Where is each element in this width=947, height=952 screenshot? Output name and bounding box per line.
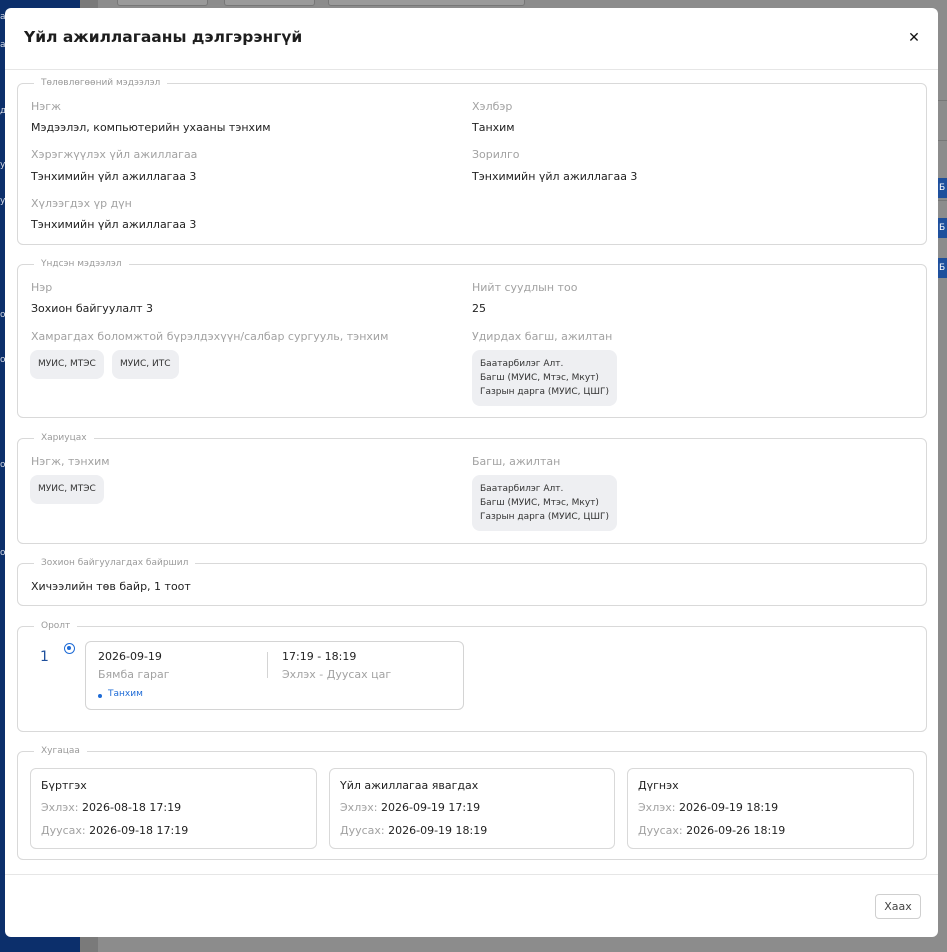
staff-position: Газрын дарга (МУИС, ЦШГ)	[480, 387, 610, 397]
period-card: Бүртгэх Эхлэх: 2026-08-18 17:19 Дуусах: …	[30, 768, 317, 849]
period-title: Дүгнэх	[638, 779, 679, 792]
responsible-unit-label: Нэгж, тэнхим	[31, 455, 110, 468]
period-start: Эхлэх: 2026-09-19 18:19	[638, 801, 778, 814]
background-divider	[938, 100, 947, 101]
period-card: Үйл ажиллагаа явагдах Эхлэх: 2026-09-19 …	[329, 768, 615, 849]
start-key: Эхлэх:	[638, 801, 676, 814]
sessions-section: Оролт 1 2026-09-19 Бямба гараг 17:19 - 1…	[17, 620, 927, 732]
session-radio[interactable]	[64, 643, 75, 654]
goal-label: Зорилго	[472, 148, 520, 161]
activity-detail-modal: Үйл ажиллагааны дэлгэрэнгүй ✕ Төлөвлөгөө…	[5, 8, 938, 937]
period-title: Бүртгэх	[41, 779, 87, 792]
period-title: Үйл ажиллагаа явагдах	[340, 779, 479, 792]
location-section: Зохион байгуулагдах байршил Хичээлийн тө…	[17, 557, 927, 606]
unit-label: Нэгж	[31, 100, 61, 113]
period-card: Дүгнэх Эхлэх: 2026-09-19 18:19 Дуусах: 2…	[627, 768, 914, 849]
modal-title: Үйл ажиллагааны дэлгэрэнгүй	[24, 28, 303, 46]
unit-value: Мэдээлэл, компьютерийн ухааны тэнхим	[31, 121, 271, 134]
form-value: Танхим	[472, 121, 515, 134]
start-key: Эхлэх:	[340, 801, 378, 814]
background-tab	[328, 0, 525, 6]
end-key: Дуусах:	[41, 824, 86, 837]
scope-chip: МУИС, МТЭС	[30, 350, 104, 379]
modal-header: Үйл ажиллагааны дэлгэрэнгүй ✕	[5, 8, 938, 70]
background-badge: Б	[938, 258, 947, 278]
mode-dot-icon	[98, 694, 102, 698]
session-card[interactable]: 2026-09-19 Бямба гараг 17:19 - 18:19 Эхл…	[85, 641, 464, 710]
session-date: 2026-09-19	[98, 650, 162, 663]
section-legend: Хариуцах	[34, 432, 94, 444]
end-key: Дуусах:	[340, 824, 385, 837]
scope-label: Хамрагдах боломжтой бүрэлдэхүүн/салбар с…	[31, 330, 389, 343]
responsible-staff-label: Багш, ажилтан	[472, 455, 561, 468]
end-value: 2026-09-26 18:19	[686, 824, 786, 837]
start-value: 2026-08-18 17:19	[81, 801, 182, 814]
staff-position: Багш (МУИС, Мтэс, Мкут)	[480, 373, 599, 383]
period-start: Эхлэх: 2026-08-18 17:19	[41, 801, 181, 814]
outcome-value: Тэнхимийн үйл ажиллагаа 3	[31, 218, 197, 231]
background-badge: Б	[938, 218, 947, 238]
start-value: 2026-09-19 18:19	[678, 801, 779, 814]
background-divider	[938, 200, 947, 201]
background-badge: Б	[938, 178, 947, 198]
form-label: Хэлбэр	[472, 100, 513, 113]
staff-name: Баатарбилэг Алт.	[480, 359, 564, 369]
period-end: Дуусах: 2026-09-19 18:19	[340, 824, 487, 837]
periods-section: Хугацаа Бүртгэх Эхлэх: 2026-08-18 17:19 …	[17, 745, 927, 860]
background-tab	[117, 0, 208, 6]
name-label: Нэр	[31, 281, 53, 294]
session-divider	[267, 652, 268, 678]
start-value: 2026-09-19 17:19	[380, 801, 481, 814]
goal-value: Тэнхимийн үйл ажиллагаа 3	[472, 170, 638, 183]
staff-name: Баатарбилэг Алт.	[480, 484, 564, 494]
staff-position: Багш (МУИС, Мтэс, Мкут)	[480, 498, 599, 508]
period-start: Эхлэх: 2026-09-19 17:19	[340, 801, 480, 814]
section-legend: Оролт	[34, 620, 78, 632]
end-value: 2026-09-19 18:19	[388, 824, 488, 837]
section-legend: Хугацаа	[34, 745, 87, 757]
modal-footer: Хаах	[5, 874, 938, 937]
activity-value: Тэнхимийн үйл ажиллагаа 3	[31, 170, 197, 183]
responsible-staff-card: Баатарбилэг Алт. Багш (МУИС, Мтэс, Мкут)…	[472, 475, 618, 531]
session-time-caption: Эхлэх - Дуусах цаг	[282, 668, 392, 681]
seats-label: Нийт суудлын тоо	[472, 281, 578, 294]
scope-chip: МУИС, ИТС	[112, 350, 179, 379]
session-mode: Танхим	[108, 689, 143, 699]
location-value: Хичээлийн төв байр, 1 тоот	[31, 580, 191, 593]
close-icon[interactable]: ✕	[906, 30, 922, 46]
basic-info-section: Үндсэн мэдээлэл Нэр Зохион байгуулалт 3 …	[17, 258, 927, 418]
section-legend: Зохион байгуулагдах байршил	[34, 557, 196, 569]
section-legend: Үндсэн мэдээлэл	[34, 258, 129, 270]
seats-value: 25	[472, 302, 486, 315]
section-legend: Төлөвлөгөөний мэдээлэл	[34, 77, 168, 89]
session-time: 17:19 - 18:19	[282, 650, 357, 663]
session-number: 1	[40, 649, 49, 665]
lead-staff-card: Баатарбилэг Алт. Багш (МУИС, Мтэс, Мкут)…	[472, 350, 618, 406]
end-value: 2026-09-18 17:19	[89, 824, 189, 837]
background-divider	[938, 140, 947, 141]
activity-label: Хэрэгжүүлэх үйл ажиллагаа	[31, 148, 198, 161]
planning-info-section: Төлөвлөгөөний мэдээлэл Нэгж Мэдээлэл, ко…	[17, 77, 927, 245]
end-key: Дуусах:	[638, 824, 683, 837]
staff-position: Газрын дарга (МУИС, ЦШГ)	[480, 512, 610, 522]
name-value: Зохион байгуулалт 3	[31, 302, 154, 315]
session-weekday: Бямба гараг	[98, 668, 170, 681]
start-key: Эхлэх:	[41, 801, 79, 814]
period-end: Дуусах: 2026-09-26 18:19	[638, 824, 785, 837]
outcome-label: Хүлээгдэх үр дүн	[31, 197, 132, 210]
close-button[interactable]: Хаах	[875, 894, 921, 919]
period-end: Дуусах: 2026-09-18 17:19	[41, 824, 188, 837]
lead-label: Удирдах багш, ажилтан	[472, 330, 613, 343]
responsible-unit-chip: МУИС, МТЭС	[30, 475, 104, 504]
background-tab	[224, 0, 315, 6]
responsible-section: Хариуцах Нэгж, тэнхим МУИС, МТЭС Багш, а…	[17, 432, 927, 544]
